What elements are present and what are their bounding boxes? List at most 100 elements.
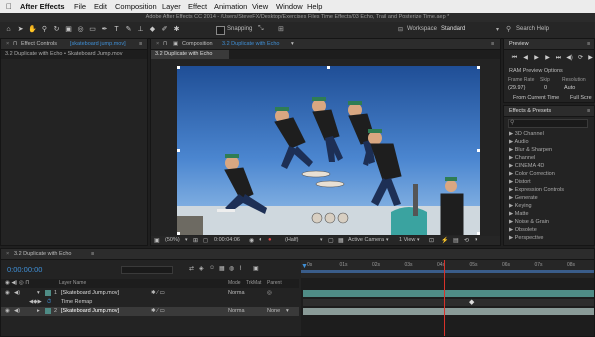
view-chevron-icon[interactable]: ▾: [417, 237, 420, 243]
layer-mode-select[interactable]: Norma: [228, 289, 245, 298]
audio-icon[interactable]: ◀): [14, 289, 20, 298]
zoom-tool-icon[interactable]: ⚲: [40, 25, 49, 34]
snap-mode-icon[interactable]: ⊞: [278, 25, 284, 33]
column-mode[interactable]: Mode: [228, 280, 241, 286]
layer-switches-icons[interactable]: ✱ ∕ ▭: [151, 289, 165, 298]
effects-category-item[interactable]: ▶ Obsolete: [509, 227, 537, 233]
tab-menu-icon[interactable]: ▾: [291, 41, 294, 47]
composition-breadcrumb[interactable]: 3.2 Duplicate with Echo: [155, 51, 212, 57]
view-layout-select[interactable]: 1 View: [399, 237, 415, 243]
camera-select[interactable]: Active Camera: [348, 237, 384, 243]
panel-menu-icon[interactable]: ≡: [139, 41, 142, 47]
mask-tool-icon[interactable]: ▭: [88, 25, 97, 34]
layer-switches-icons[interactable]: ✱ ∕ ▭: [151, 307, 165, 316]
puppet-tool-icon[interactable]: ✱: [172, 25, 181, 34]
brainstorm-icon[interactable]: ▣: [253, 265, 259, 272]
column-layer-name[interactable]: Layer Name: [59, 280, 86, 286]
toggle-pixel-aspect-icon[interactable]: ⊡: [429, 237, 434, 244]
region-of-interest-icon[interactable]: ▢: [328, 237, 334, 244]
selection-tool-icon[interactable]: ➤: [16, 25, 25, 34]
eraser-tool-icon[interactable]: ◆: [148, 25, 157, 34]
effect-controls-target[interactable]: [skateboard jump.mov]: [70, 41, 126, 47]
layer-name[interactable]: [Skateboard Jump.mov]: [61, 289, 119, 298]
column-parent[interactable]: Parent: [267, 280, 282, 286]
composition-viewer[interactable]: [177, 66, 480, 235]
close-icon[interactable]: ×: [6, 41, 9, 47]
shy-icon[interactable]: ☺: [209, 265, 215, 271]
tab-composition[interactable]: Composition: [182, 41, 213, 47]
transparency-grid-icon[interactable]: ▦: [338, 237, 344, 244]
keyframe-navigator-icon[interactable]: ◀◆▶: [29, 298, 42, 307]
play-icon[interactable]: ▶: [532, 55, 541, 62]
apple-icon[interactable]: : [6, 2, 12, 11]
effects-category-item[interactable]: ▶ Perspective: [509, 235, 544, 241]
panel-menu-icon[interactable]: ≡: [587, 108, 590, 114]
transform-handle[interactable]: [327, 66, 330, 69]
tab-effects-presets[interactable]: Effects & Presets: [509, 108, 551, 114]
next-frame-icon[interactable]: ▶: [543, 55, 552, 62]
transform-handle[interactable]: [477, 149, 480, 152]
camera-tool-icon[interactable]: ▣: [64, 25, 73, 34]
layer-name[interactable]: [Skateboard Jump.mov]: [61, 307, 119, 316]
playhead[interactable]: [443, 260, 445, 336]
menu-edit[interactable]: Edit: [94, 2, 107, 11]
effects-category-item[interactable]: ▶ Color Correction: [509, 171, 555, 177]
workspace-select[interactable]: Standard: [441, 26, 465, 32]
show-snapshot-icon[interactable]: ◐: [259, 237, 263, 243]
resolution-select[interactable]: (Half): [285, 237, 298, 243]
menu-file[interactable]: File: [74, 2, 86, 11]
first-frame-icon[interactable]: ⏮: [510, 55, 519, 62]
zoom-chevron-icon[interactable]: ▾: [185, 237, 188, 243]
resolution-chevron-icon[interactable]: ▾: [320, 237, 323, 243]
effects-category-item[interactable]: ▶ Audio: [509, 139, 529, 145]
video-visibility-icon[interactable]: ◉: [5, 289, 10, 298]
comp-mini-flowchart-icon[interactable]: ⇄: [189, 265, 194, 272]
keyframe-marker-icon[interactable]: ◆: [469, 298, 474, 306]
layer-duration-bar[interactable]: [303, 290, 594, 297]
pen-tool-icon[interactable]: ✒: [100, 25, 109, 34]
ram-preview-options[interactable]: RAM Preview Options: [509, 68, 563, 74]
graph-editor-icon[interactable]: ⌇: [239, 265, 242, 272]
layer-trkmat-select[interactable]: None: [267, 307, 280, 316]
full-screen-checkbox[interactable]: Full Scre: [570, 95, 592, 101]
work-area-bar[interactable]: [301, 270, 594, 273]
previous-frame-icon[interactable]: ◀: [521, 55, 530, 62]
magnification-select[interactable]: (50%): [165, 237, 180, 243]
layer-duration-bar[interactable]: [303, 308, 594, 315]
flowchart-icon[interactable]: ⟲: [464, 237, 469, 244]
expand-layer-icon[interactable]: ▾: [37, 289, 40, 298]
layer-label-color[interactable]: [45, 290, 51, 296]
lock-icon[interactable]: ⊓: [163, 41, 167, 47]
skip-value[interactable]: 0: [544, 85, 547, 91]
effects-category-item[interactable]: ▶ CINEMA 4D: [509, 163, 544, 169]
frame-blending-icon[interactable]: ▦: [219, 265, 225, 272]
roto-brush-tool-icon[interactable]: ✐: [160, 25, 169, 34]
grid-icon[interactable]: ⊞: [193, 237, 198, 244]
transform-handle[interactable]: [177, 66, 180, 69]
trkmat-chevron-icon[interactable]: ▾: [286, 307, 289, 316]
panel-menu-icon[interactable]: ≡: [91, 251, 94, 257]
snapping-checkbox[interactable]: [216, 26, 225, 35]
tab-effect-controls[interactable]: Effect Controls: [21, 41, 57, 47]
column-trkmat[interactable]: TrkMat: [246, 280, 261, 286]
menu-effect[interactable]: Effect: [188, 2, 207, 11]
menu-help[interactable]: Help: [307, 2, 322, 11]
composition-target[interactable]: 3.2 Duplicate with Echo: [222, 41, 279, 47]
fast-previews-icon[interactable]: ⚡: [441, 237, 448, 244]
layer-label-color[interactable]: [45, 308, 51, 314]
effects-category-item[interactable]: ▶ Matte: [509, 211, 529, 217]
always-preview-icon[interactable]: ▣: [154, 237, 160, 244]
timeline-icon[interactable]: ▤: [453, 237, 459, 244]
resolution-select[interactable]: Auto: [564, 85, 575, 91]
close-icon[interactable]: ×: [156, 41, 159, 47]
workspace-icon[interactable]: ⊟: [398, 26, 403, 33]
layer-mode-select[interactable]: Norma: [228, 307, 245, 316]
from-current-time-checkbox[interactable]: From Current Time: [513, 95, 559, 101]
frame-rate-select[interactable]: (29.97): [508, 85, 525, 91]
close-icon[interactable]: ×: [6, 251, 9, 257]
layer-row[interactable]: ◉ ◀) ▾ 1 [Skateboard Jump.mov] ✱ ∕ ▭ Nor…: [1, 289, 299, 298]
transform-handle[interactable]: [177, 149, 180, 152]
panel-menu-icon[interactable]: ≡: [491, 41, 494, 47]
channel-icon[interactable]: ●: [268, 237, 272, 243]
hand-tool-icon[interactable]: ✋: [28, 25, 37, 34]
